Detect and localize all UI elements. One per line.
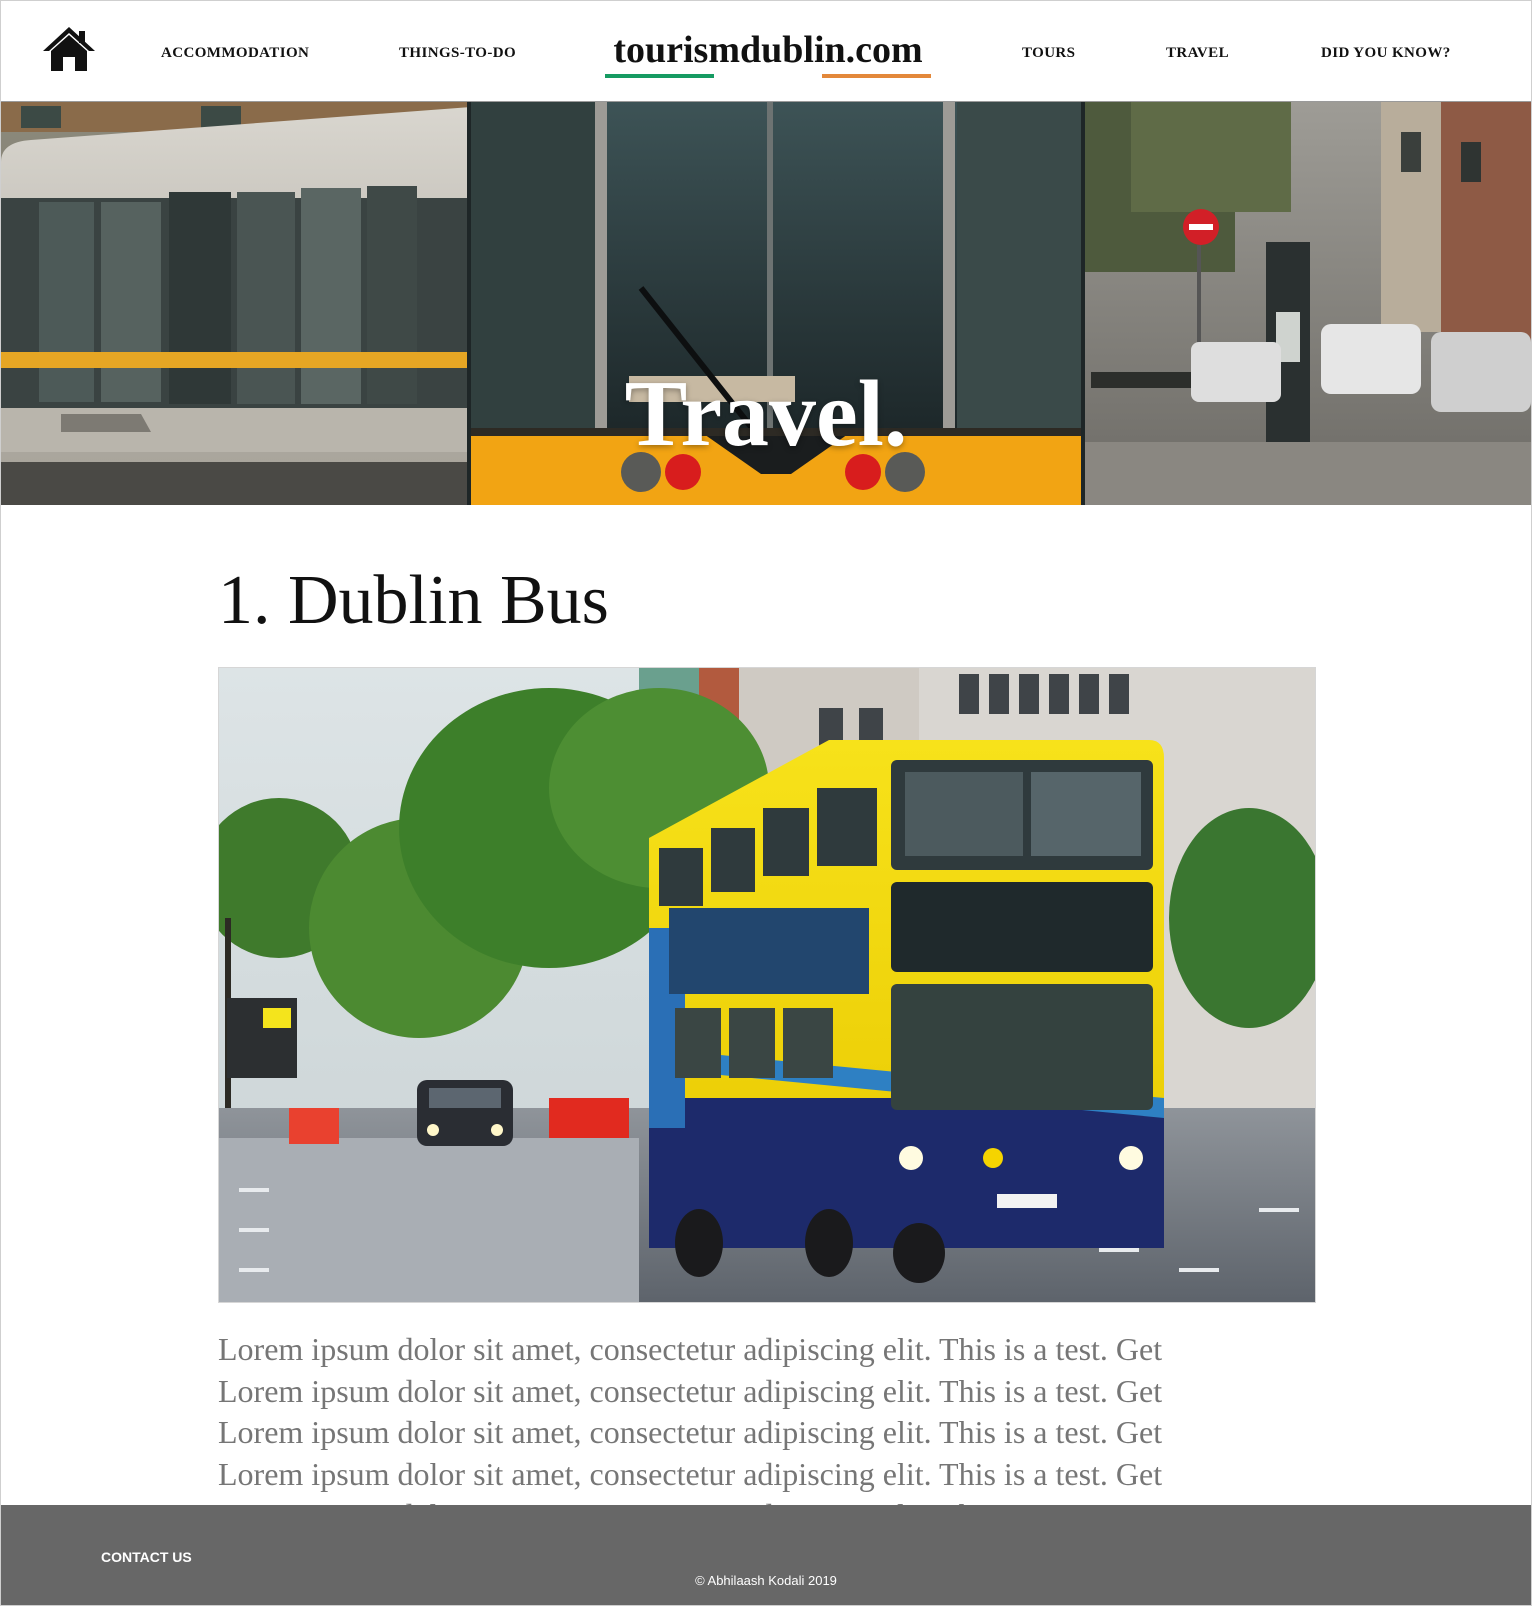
brand-underline-white [713,74,823,78]
nav-accommodation[interactable]: ACCOMMODATION [161,45,309,62]
page: ACCOMMODATION THINGS-TO-DO tourismdublin… [0,0,1532,1606]
body-line: Lorem ipsum dolor sit amet, consectetur … [218,1414,1163,1450]
site-logo[interactable]: tourismdublin.com [605,27,932,78]
brand-underline [605,74,932,78]
contact-us-link[interactable]: CONTACT US [101,1549,192,1565]
body-line: Lorem ipsum dolor sit amet, consectetur … [218,1455,1163,1492]
home-icon [43,27,95,71]
brand-underline-green [605,74,714,78]
dublin-bus-image [218,667,1316,1303]
nav-tours[interactable]: TOURS [1022,45,1075,62]
hero-title: Travel. [624,362,908,466]
nav-travel[interactable]: TRAVEL [1166,45,1229,62]
dublin-bus-photo [219,668,1315,1302]
home-link[interactable] [41,25,97,75]
nav-things-to-do[interactable]: THINGS-TO-DO [399,45,516,62]
site-title: tourismdublin.com [613,29,923,71]
site-footer: CONTACT US © Abhilaash Kodali 2019 [1,1505,1531,1605]
brand-underline-orange [822,74,932,78]
site-header: ACCOMMODATION THINGS-TO-DO tourismdublin… [1,1,1531,102]
body-line: Lorem ipsum dolor sit amet, consectetur … [218,1331,1163,1367]
body-line: Lorem ipsum dolor sit amet, consectetur … [218,1372,1163,1409]
nav-did-you-know[interactable]: DID YOU KNOW? [1321,45,1451,62]
copyright-text: © Abhilaash Kodali 2019 [695,1573,837,1588]
hero-banner: Travel. [1,102,1531,505]
section-heading: 1. Dublin Bus [218,562,609,639]
